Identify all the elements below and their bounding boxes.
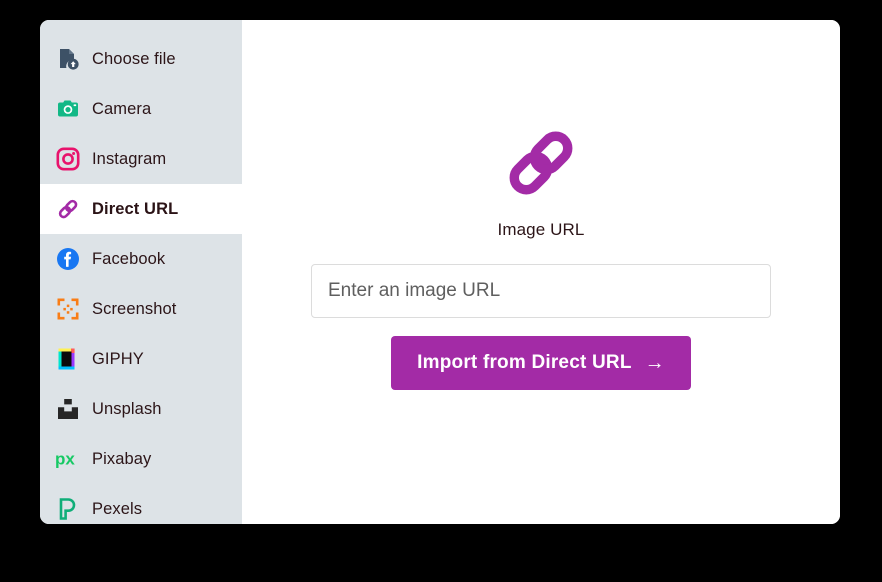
camera-icon [55,96,81,122]
sidebar-item-label: Facebook [92,249,166,268]
sidebar-item-label: Unsplash [92,399,162,418]
sidebar-item-label: Pixabay [92,449,152,468]
sidebar-item-label: GIPHY [92,349,144,368]
link-chain-icon [502,124,580,202]
sidebar-item-direct-url[interactable]: Direct URL [40,184,246,234]
svg-text:px: px [55,450,75,469]
screen-capture-icon [55,296,81,322]
sidebar-item-label: Instagram [92,149,167,168]
arrow-right-icon: → [644,352,665,374]
direct-url-panel: Image URL Import from Direct URL → [242,20,840,524]
sidebar-item-label: Direct URL [92,199,179,218]
instagram-icon [55,146,81,172]
giphy-icon [55,346,81,372]
image-url-input[interactable] [311,264,771,318]
sidebar-item-facebook[interactable]: Facebook [40,234,242,284]
link-chain-icon [55,196,81,222]
sidebar-item-choose-file[interactable]: Choose file [40,34,242,84]
sidebar-item-camera[interactable]: Camera [40,84,242,134]
unsplash-icon [55,396,81,422]
sidebar-item-label: Camera [92,99,152,118]
sidebar-item-pixabay[interactable]: px Pixabay [40,434,242,484]
sidebar-item-instagram[interactable]: Instagram [40,134,242,184]
import-button-label: Import from Direct URL [417,352,632,373]
sidebar-item-label: Pexels [92,499,143,518]
file-picker-dialog: Choose file Camera Instagram Direct URL … [40,20,840,524]
document-upload-icon [55,46,81,72]
sidebar-item-label: Screenshot [92,299,177,318]
sidebar-item-screenshot[interactable]: Screenshot [40,284,242,334]
facebook-icon [55,246,81,272]
source-sidebar: Choose file Camera Instagram Direct URL … [40,20,246,524]
sidebar-item-pexels[interactable]: Pexels [40,484,242,524]
pixabay-icon: px [55,446,81,472]
page-title: Image URL [497,220,585,239]
pexels-icon [55,496,81,522]
sidebar-item-label: Choose file [92,49,176,68]
sidebar-item-unsplash[interactable]: Unsplash [40,384,242,434]
sidebar-item-giphy[interactable]: GIPHY [40,334,242,384]
import-from-direct-url-button[interactable]: Import from Direct URL → [391,336,691,390]
